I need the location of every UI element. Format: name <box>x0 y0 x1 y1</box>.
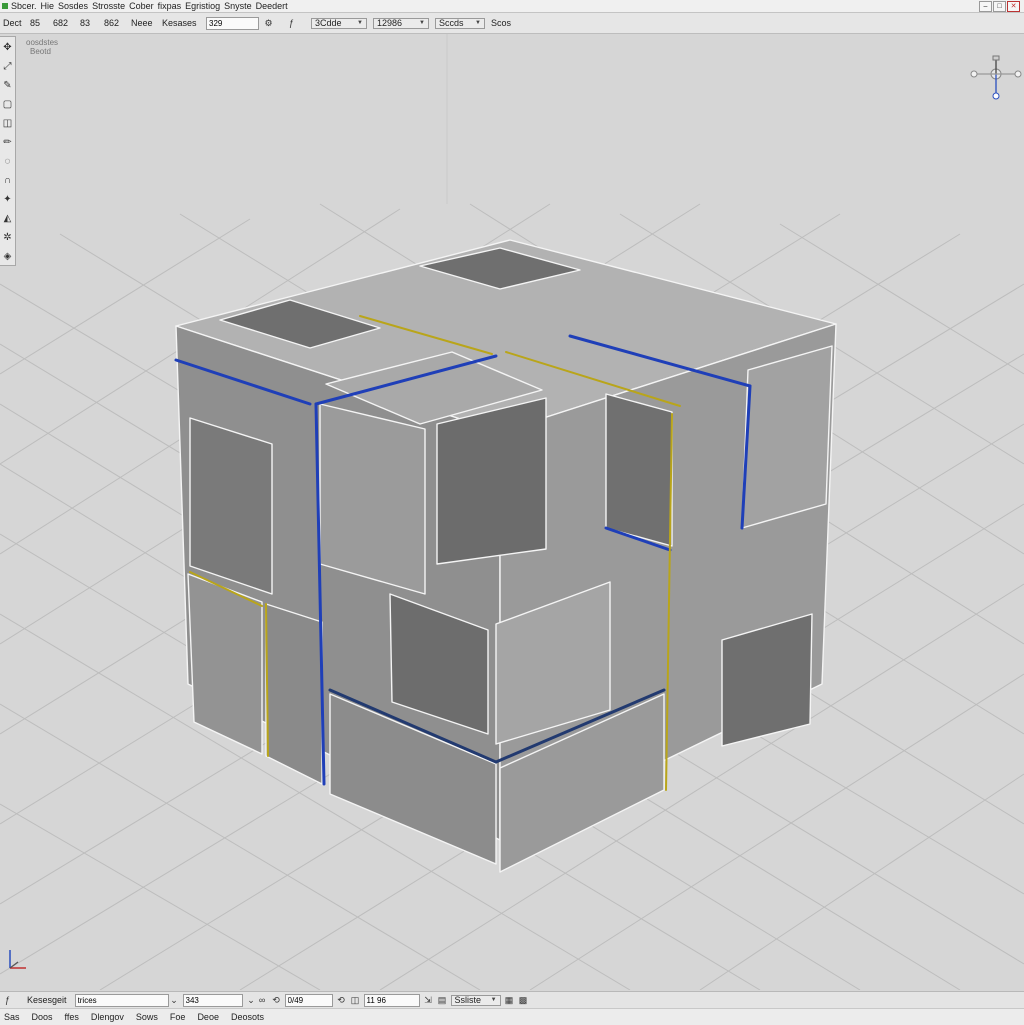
toolbar-value-4[interactable]: 862 <box>104 18 131 28</box>
chevron-down-icon: ▼ <box>475 20 481 26</box>
toolbar-dropdown-2[interactable]: 12986 ▼ <box>373 17 429 29</box>
status-bar: ƒ Kesesgeit ⌄ ⌄ ∞ ⟲ ⟲ ◫ ⇲ ▤ Ssliste ▼ ▦ … <box>0 991 1024 1008</box>
app-icon <box>2 3 8 9</box>
viewport-label-line2: Beotd <box>30 47 51 56</box>
bottom-item-6[interactable]: Foe <box>170 1012 186 1022</box>
bottom-item-4[interactable]: Dlengov <box>91 1012 124 1022</box>
viewport-label: oosdstes Beotd <box>26 38 58 56</box>
menu-item-7[interactable]: Egristiog <box>185 1 220 11</box>
status-dropdown[interactable]: Ssliste ▼ <box>450 994 501 1006</box>
grid-icon[interactable]: ▦ <box>504 995 515 1006</box>
chevron-down-icon: ▼ <box>357 20 363 26</box>
toolbar-dropdown-2-value: 12986 <box>377 18 403 28</box>
left-block-6 <box>265 603 323 785</box>
toolbar-dropdown-1[interactable]: 3Cdde ▼ <box>311 17 367 29</box>
cursor-icon[interactable]: ⇲ <box>423 995 434 1006</box>
loop-icon[interactable]: ⟲ <box>336 995 347 1006</box>
minimize-icon[interactable]: – <box>979 1 992 12</box>
gizmo-cone-left <box>970 70 978 78</box>
toolbar-dropdown-1-value: 3Cdde <box>315 18 342 28</box>
fx-icon[interactable]: ƒ <box>286 18 297 29</box>
menu-item-6[interactable]: fixpas <box>158 1 182 11</box>
left-block-4 <box>436 397 547 565</box>
menu-item-2[interactable]: Hie <box>41 1 55 11</box>
bottom-bar: Sas Doos ffes Dlengov Sows Foe Deoe Deos… <box>0 1008 1024 1025</box>
status-dropdown-value: Ssliste <box>454 995 482 1005</box>
viewport-label-line1: oosdstes <box>26 38 59 47</box>
menu-item-5[interactable]: Cober <box>129 1 154 11</box>
right-block-1 <box>605 393 673 547</box>
toolbar-value-3[interactable]: 83 <box>80 18 104 28</box>
menu-item-3[interactable]: Sosdes <box>58 1 88 11</box>
toolbar-dropdown-3-value: Sccds <box>439 18 464 28</box>
gizmo-cone-bottom <box>992 92 1000 100</box>
bottom-item-2[interactable]: Doos <box>32 1012 53 1022</box>
window-controls: – □ ✕ <box>979 1 1020 12</box>
axis-indicator <box>9 950 26 969</box>
toolbar-label-neee[interactable]: Neee <box>131 18 162 28</box>
toolbar: Dect 85 682 83 862 Neee Kesases ⚙ ƒ 3Cdd… <box>0 13 1024 34</box>
dropdown-icon[interactable]: ⌄ <box>169 995 180 1006</box>
status-label: Kesesgeit <box>27 995 67 1005</box>
toolbar-value-2[interactable]: 682 <box>53 18 80 28</box>
bottom-item-7[interactable]: Deoe <box>197 1012 219 1022</box>
maximize-icon[interactable]: □ <box>993 1 1006 12</box>
menu-item-1[interactable]: Sbcer. <box>11 1 37 11</box>
settings-icon[interactable]: ⚙ <box>263 18 274 29</box>
toolbar-label-kesases: Kesases <box>162 18 197 28</box>
toolbar-label-scos[interactable]: Scos <box>491 18 511 28</box>
toolbar-input[interactable] <box>206 16 259 30</box>
3d-viewport[interactable] <box>0 34 1024 990</box>
status-input-4[interactable] <box>363 993 420 1007</box>
loop-icon[interactable]: ⟲ <box>271 995 282 1006</box>
view-gizmo[interactable] <box>970 55 1022 100</box>
gizmo-top-cap <box>992 55 1000 61</box>
menu-item-9[interactable]: Deedert <box>256 1 288 11</box>
toolbar-value-1[interactable]: 85 <box>30 18 53 28</box>
right-block-2 <box>741 345 833 529</box>
menu-item-8[interactable]: Snyste <box>224 1 252 11</box>
menu-item-4[interactable]: Strosste <box>92 1 125 11</box>
status-input-1[interactable] <box>74 993 169 1007</box>
status-input-2[interactable] <box>182 993 243 1007</box>
chevron-down-icon: ▼ <box>490 997 497 1003</box>
bottom-item-8[interactable]: Deosots <box>231 1012 264 1022</box>
bottom-item-5[interactable]: Sows <box>136 1012 158 1022</box>
layers-icon[interactable]: ▤ <box>437 995 448 1006</box>
status-input-3[interactable] <box>284 993 333 1007</box>
dropdown-icon[interactable]: ⌄ <box>246 995 257 1006</box>
close-icon[interactable]: ✕ <box>1007 1 1020 12</box>
chevron-down-icon: ▼ <box>419 20 425 26</box>
cube-model[interactable] <box>175 239 837 873</box>
axis-indicator-y <box>9 961 19 969</box>
left-block-3 <box>319 403 426 595</box>
left-block-1 <box>189 417 273 595</box>
menu-bar: Sbcer. Hie Sosdes Strosste Cober fixpas … <box>0 0 1024 13</box>
toolbar-label-dect: Dect <box>3 18 22 28</box>
gizmo-cone-right <box>1014 70 1022 78</box>
bottom-item-3[interactable]: ffes <box>65 1012 79 1022</box>
grid-settings-icon[interactable]: ▩ <box>518 995 529 1006</box>
link-icon[interactable]: ∞ <box>257 995 268 1006</box>
bottom-item-1[interactable]: Sas <box>4 1012 20 1022</box>
fx-icon[interactable]: ƒ <box>2 995 13 1006</box>
toolbar-dropdown-3[interactable]: Sccds ▼ <box>435 17 485 29</box>
cube-icon[interactable]: ◫ <box>350 995 361 1006</box>
